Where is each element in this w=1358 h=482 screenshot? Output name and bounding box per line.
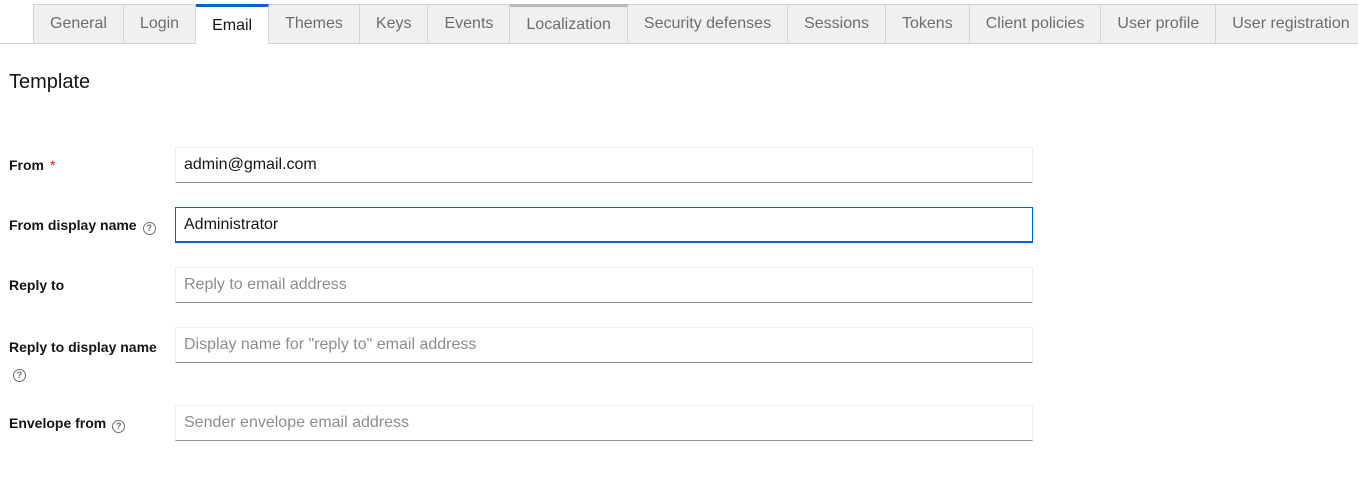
- required-mark: *: [50, 157, 56, 173]
- tab-tokens[interactable]: Tokens: [886, 4, 970, 43]
- help-icon[interactable]: ?: [112, 420, 126, 433]
- from-display-name-label: From display name: [9, 217, 137, 233]
- tab-bar: General Login Email Themes Keys Events L…: [0, 4, 1358, 44]
- tab-login[interactable]: Login: [123, 4, 197, 43]
- section-title: Template: [9, 71, 91, 93]
- tab-general[interactable]: General: [33, 4, 124, 43]
- reply-to-display-name-input[interactable]: [175, 327, 1033, 363]
- tab-security-defenses[interactable]: Security defenses: [627, 4, 789, 43]
- tab-sessions[interactable]: Sessions: [788, 4, 886, 43]
- reply-to-input[interactable]: [175, 267, 1033, 303]
- tab-client-policies[interactable]: Client policies: [969, 4, 1102, 43]
- tab-events[interactable]: Events: [428, 4, 511, 43]
- tab-keys[interactable]: Keys: [359, 4, 429, 43]
- envelope-from-label: Envelope from: [9, 415, 107, 431]
- reply-to-display-name-label: Reply to display name: [9, 339, 157, 355]
- from-label: From: [9, 157, 44, 173]
- tab-email[interactable]: Email: [196, 4, 270, 44]
- help-icon[interactable]: ?: [142, 222, 156, 235]
- tab-localization[interactable]: Localization: [510, 4, 628, 43]
- from-input[interactable]: [175, 147, 1033, 183]
- help-icon[interactable]: ?: [13, 369, 26, 382]
- reply-to-label: Reply to: [9, 277, 65, 293]
- tab-user-profile[interactable]: User profile: [1101, 4, 1217, 43]
- tab-user-registration[interactable]: User registration: [1216, 4, 1358, 43]
- tab-themes[interactable]: Themes: [269, 4, 360, 43]
- envelope-from-input[interactable]: [175, 405, 1033, 441]
- from-display-name-input[interactable]: [175, 207, 1033, 243]
